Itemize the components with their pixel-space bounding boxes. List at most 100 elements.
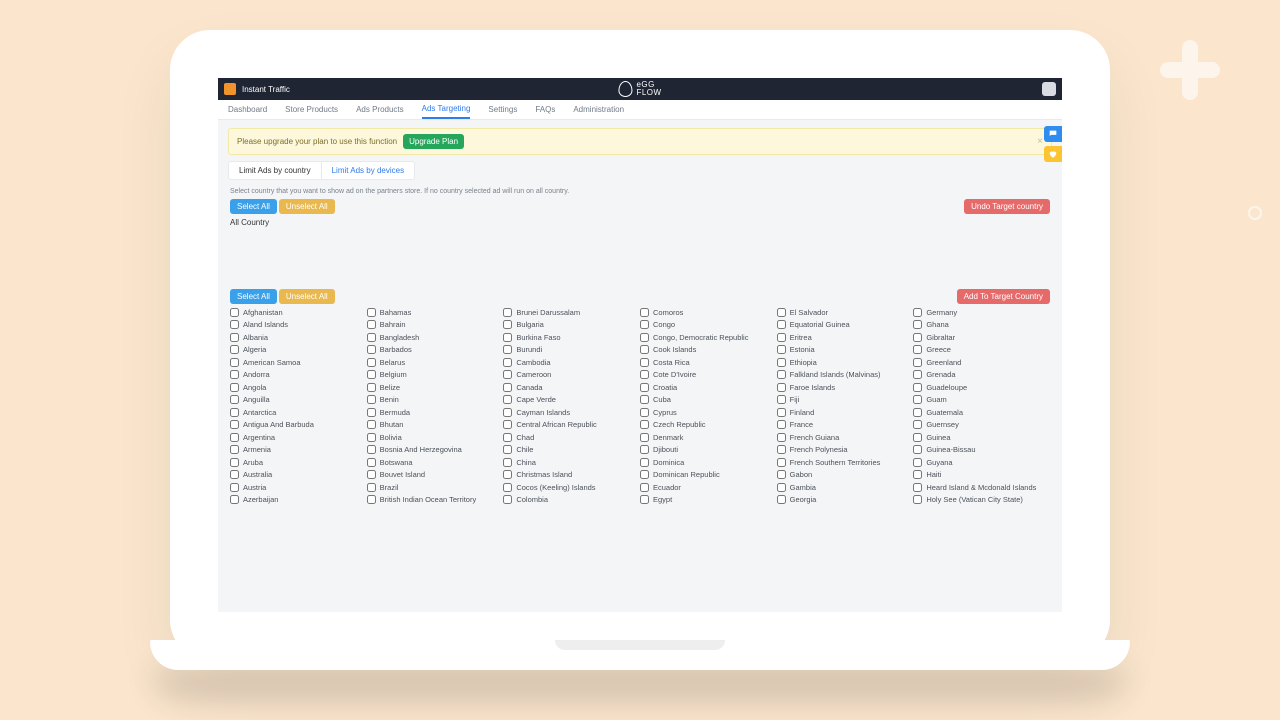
country-checkbox[interactable] [913,320,922,329]
country-item[interactable]: Gabon [777,469,910,482]
country-item[interactable]: Cyprus [640,406,773,419]
country-item[interactable]: Bangladesh [367,331,500,344]
country-item[interactable]: Azerbaijan [230,494,363,507]
country-checkbox[interactable] [503,395,512,404]
country-checkbox[interactable] [777,433,786,442]
country-checkbox[interactable] [230,333,239,342]
country-checkbox[interactable] [503,320,512,329]
country-item[interactable]: Guinea-Bissau [913,444,1046,457]
country-checkbox[interactable] [640,470,649,479]
country-checkbox[interactable] [503,308,512,317]
country-item[interactable]: Greenland [913,356,1046,369]
country-item[interactable]: China [503,456,636,469]
country-checkbox[interactable] [503,358,512,367]
country-item[interactable]: Djibouti [640,444,773,457]
country-item[interactable]: Belarus [367,356,500,369]
country-checkbox[interactable] [503,370,512,379]
country-checkbox[interactable] [913,370,922,379]
country-checkbox[interactable] [503,383,512,392]
country-checkbox[interactable] [640,333,649,342]
country-checkbox[interactable] [503,495,512,504]
country-item[interactable]: Aruba [230,456,363,469]
country-item[interactable]: Equatorial Guinea [777,319,910,332]
country-checkbox[interactable] [777,458,786,467]
country-checkbox[interactable] [230,408,239,417]
country-checkbox[interactable] [913,358,922,367]
country-item[interactable]: Belgium [367,369,500,382]
country-checkbox[interactable] [777,445,786,454]
country-checkbox[interactable] [640,370,649,379]
country-item[interactable]: Benin [367,394,500,407]
country-checkbox[interactable] [777,320,786,329]
country-checkbox[interactable] [640,458,649,467]
nav-administration[interactable]: Administration [573,101,624,118]
nav-ads-products[interactable]: Ads Products [356,101,404,118]
country-item[interactable]: Guatemala [913,406,1046,419]
country-item[interactable]: Dominica [640,456,773,469]
country-item[interactable]: Bermuda [367,406,500,419]
country-item[interactable]: Austria [230,481,363,494]
country-checkbox[interactable] [367,420,376,429]
country-item[interactable]: Aland Islands [230,319,363,332]
country-item[interactable]: Congo [640,319,773,332]
country-item[interactable]: Central African Republic [503,419,636,432]
country-checkbox[interactable] [367,320,376,329]
country-checkbox[interactable] [503,433,512,442]
country-checkbox[interactable] [777,358,786,367]
country-checkbox[interactable] [367,370,376,379]
country-checkbox[interactable] [230,370,239,379]
country-checkbox[interactable] [503,408,512,417]
select-all-button[interactable]: Select All [230,289,277,304]
country-item[interactable]: Canada [503,381,636,394]
country-checkbox[interactable] [640,408,649,417]
country-checkbox[interactable] [503,470,512,479]
country-item[interactable]: American Samoa [230,356,363,369]
country-checkbox[interactable] [230,458,239,467]
country-item[interactable]: Congo, Democratic Republic [640,331,773,344]
country-checkbox[interactable] [913,470,922,479]
country-checkbox[interactable] [367,445,376,454]
country-item[interactable]: Burkina Faso [503,331,636,344]
country-checkbox[interactable] [367,308,376,317]
country-checkbox[interactable] [640,345,649,354]
avatar[interactable] [1042,82,1056,96]
country-item[interactable]: El Salvador [777,306,910,319]
country-checkbox[interactable] [777,395,786,404]
country-item[interactable]: Cote D'Ivoire [640,369,773,382]
country-checkbox[interactable] [913,458,922,467]
country-checkbox[interactable] [503,333,512,342]
country-item[interactable]: Australia [230,469,363,482]
nav-dashboard[interactable]: Dashboard [228,101,267,118]
unselect-all-button[interactable]: Unselect All [279,289,335,304]
country-item[interactable]: Faroe Islands [777,381,910,394]
country-item[interactable]: Denmark [640,431,773,444]
country-checkbox[interactable] [913,495,922,504]
country-item[interactable]: Ghana [913,319,1046,332]
country-checkbox[interactable] [640,358,649,367]
country-item[interactable]: Botswana [367,456,500,469]
country-item[interactable]: British Indian Ocean Territory [367,494,500,507]
tab-limit-devices[interactable]: Limit Ads by devices [321,162,414,179]
chat-icon[interactable] [1044,126,1062,142]
country-item[interactable]: Antigua And Barbuda [230,419,363,432]
nav-store-products[interactable]: Store Products [285,101,338,118]
country-item[interactable]: Barbados [367,344,500,357]
nav-settings[interactable]: Settings [488,101,517,118]
country-item[interactable]: Bahrain [367,319,500,332]
country-item[interactable]: Ethiopia [777,356,910,369]
country-checkbox[interactable] [913,408,922,417]
country-item[interactable]: Cameroon [503,369,636,382]
country-checkbox[interactable] [230,483,239,492]
country-checkbox[interactable] [640,308,649,317]
country-item[interactable]: Egypt [640,494,773,507]
country-checkbox[interactable] [777,370,786,379]
country-item[interactable]: Angola [230,381,363,394]
country-checkbox[interactable] [640,445,649,454]
country-checkbox[interactable] [367,433,376,442]
country-checkbox[interactable] [230,345,239,354]
country-item[interactable]: Gibraltar [913,331,1046,344]
country-checkbox[interactable] [367,395,376,404]
country-item[interactable]: Germany [913,306,1046,319]
country-item[interactable]: Eritrea [777,331,910,344]
country-checkbox[interactable] [777,345,786,354]
